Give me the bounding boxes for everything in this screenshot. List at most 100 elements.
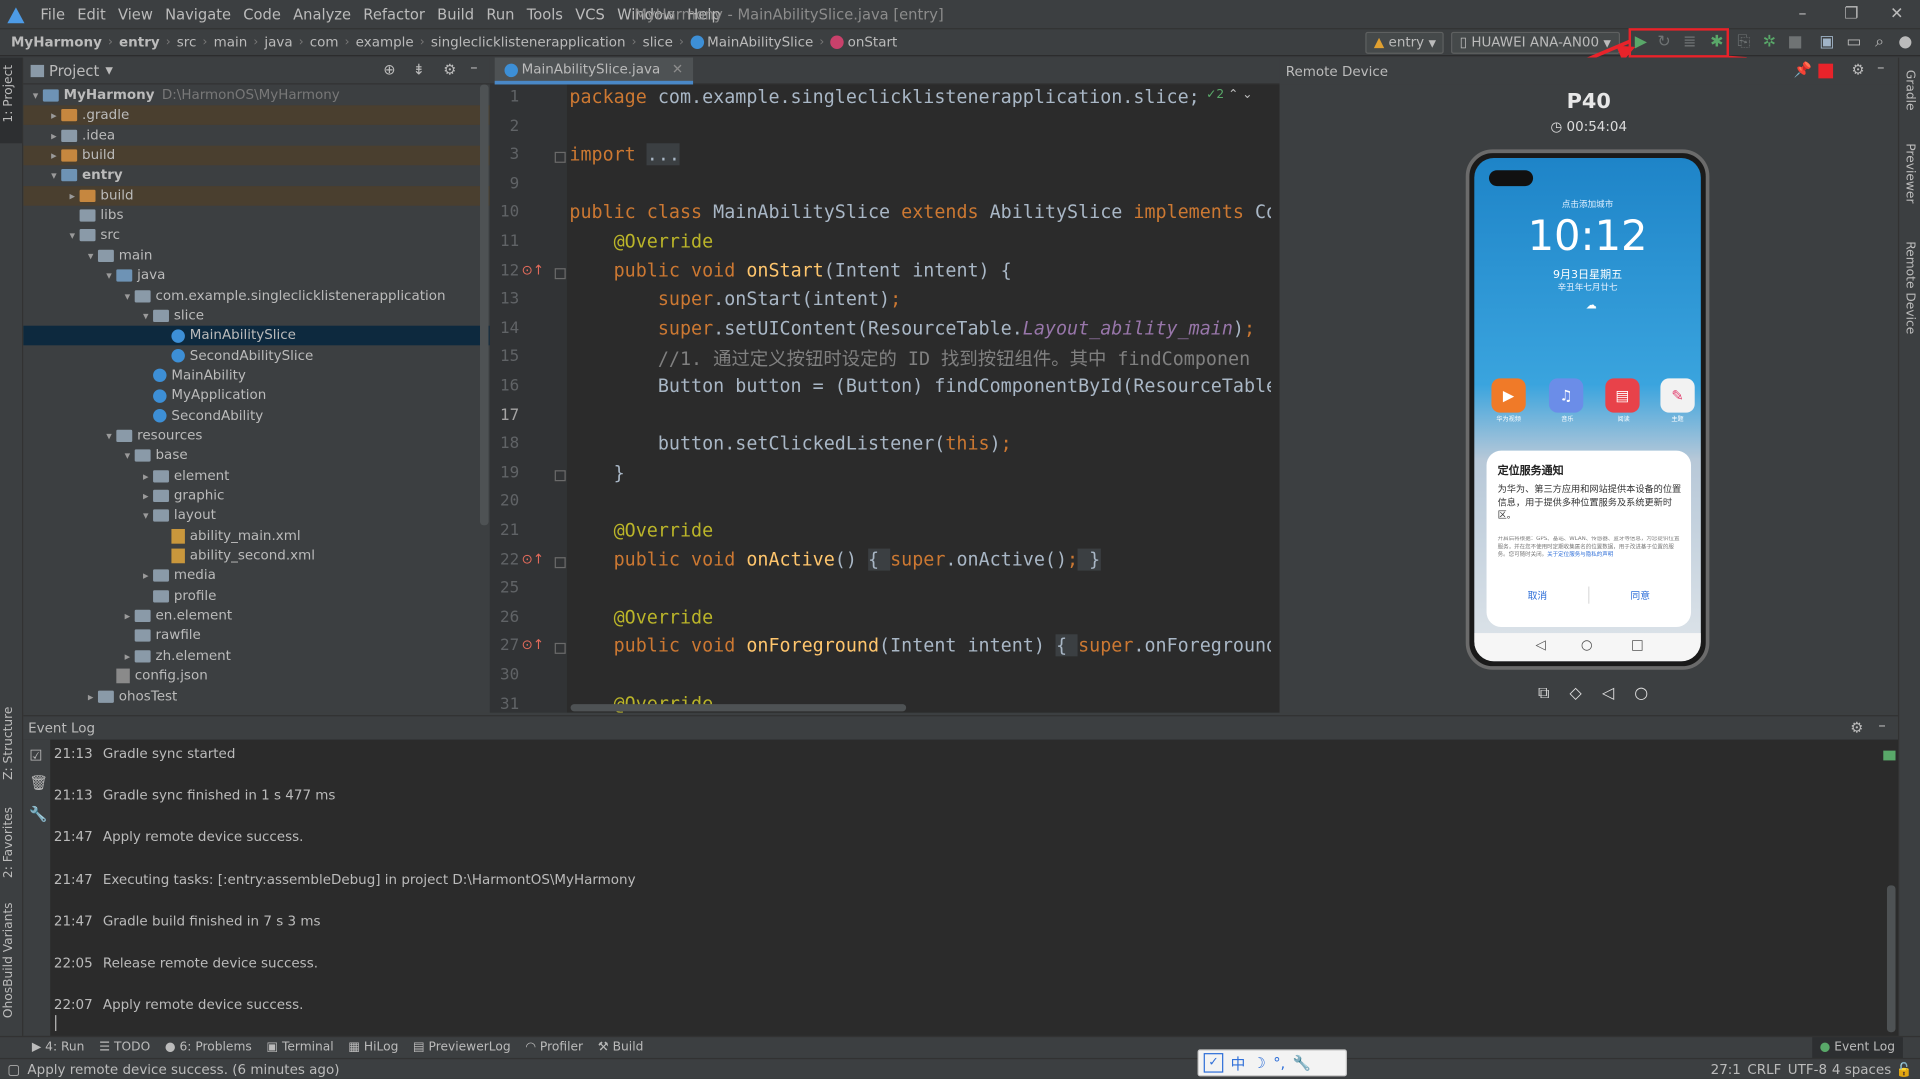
- tree-node[interactable]: ▾ layout: [23, 506, 490, 526]
- breadcrumb-mainabilityslice[interactable]: MainAbilitySlice: [686, 29, 817, 56]
- gear-icon[interactable]: ⚙: [1851, 61, 1864, 78]
- breadcrumb-example[interactable]: example: [352, 29, 417, 56]
- ime-check-icon[interactable]: ✓: [1203, 1053, 1224, 1073]
- override-marker-icon[interactable]: ⊙↑: [522, 262, 545, 278]
- code-editor[interactable]: package com.example.singleclicklistenera…: [566, 84, 1272, 713]
- tree-node[interactable]: ▾ slice: [23, 306, 490, 326]
- indent-setting[interactable]: 4 spaces: [1832, 1059, 1891, 1079]
- device-home-icon[interactable]: ○: [1634, 684, 1648, 702]
- gear-icon[interactable]: ⚙: [443, 61, 456, 78]
- expanded-arrow-icon[interactable]: ▾: [65, 227, 80, 247]
- music-app-icon[interactable]: ♫: [1548, 378, 1584, 413]
- menu-code[interactable]: Code: [237, 0, 287, 29]
- fold-icon[interactable]: [554, 556, 566, 568]
- status-message[interactable]: Apply remote device success. (6 minutes …: [27, 1059, 339, 1079]
- tree-node[interactable]: ▸ media: [23, 566, 490, 586]
- tree-node[interactable]: ▸ zh.element: [23, 646, 490, 666]
- trash-icon[interactable]: 🗑: [29, 774, 48, 791]
- tree-node[interactable]: ▾ src: [23, 226, 490, 246]
- expanded-arrow-icon[interactable]: ▾: [120, 287, 135, 307]
- hide-panel-icon[interactable]: –: [470, 59, 477, 76]
- expanded-arrow-icon[interactable]: ▾: [138, 307, 153, 327]
- caret-position[interactable]: 27:1: [1711, 1059, 1741, 1079]
- breadcrumb-main[interactable]: main: [210, 29, 251, 56]
- wrench-icon[interactable]: 🔧: [29, 806, 47, 823]
- file-encoding[interactable]: UTF-8: [1788, 1059, 1827, 1079]
- chevron-down-icon[interactable]: ▼: [105, 65, 113, 76]
- run-config-select[interactable]: ▲ entry ▼: [1365, 31, 1444, 54]
- dialog-agree-button[interactable]: 同意: [1589, 589, 1691, 602]
- collapsed-arrow-icon[interactable]: ▸: [47, 107, 62, 127]
- account-icon[interactable]: ●: [1896, 33, 1916, 53]
- project-view-select[interactable]: Project: [49, 62, 99, 79]
- tree-node[interactable]: ▸ ohosTest: [23, 686, 490, 706]
- tree-node[interactable]: ability_second.xml: [23, 546, 490, 566]
- tree-node[interactable]: libs: [23, 206, 490, 226]
- themes-app-icon[interactable]: ✎: [1660, 378, 1695, 413]
- collapsed-arrow-icon[interactable]: ▸: [138, 467, 153, 487]
- breadcrumb-onstart[interactable]: onStart: [827, 29, 901, 56]
- tree-node[interactable]: MyApplication: [23, 386, 490, 406]
- search-icon[interactable]: ⌕: [1870, 33, 1890, 53]
- collapsed-arrow-icon[interactable]: ▸: [47, 127, 62, 147]
- status-panel-icon[interactable]: ▢: [7, 1059, 20, 1079]
- expanded-arrow-icon[interactable]: ▾: [47, 167, 62, 187]
- tree-node[interactable]: ▸ .idea: [23, 126, 490, 146]
- tool-tab-problems[interactable]: ● 6: Problems: [158, 1037, 260, 1059]
- screenshot-icon[interactable]: ⧉: [1538, 684, 1549, 702]
- project-structure-icon[interactable]: ▣: [1817, 33, 1837, 53]
- gear-icon[interactable]: ⚙: [1850, 719, 1863, 736]
- menu-refactor[interactable]: Refactor: [357, 0, 431, 29]
- tree-node[interactable]: SecondAbilitySlice: [23, 346, 490, 366]
- expanded-arrow-icon[interactable]: ▾: [120, 447, 135, 467]
- breadcrumb-java[interactable]: java: [261, 29, 297, 56]
- expanded-arrow-icon[interactable]: ▾: [102, 427, 117, 447]
- ime-settings-icon[interactable]: 🔧: [1293, 1054, 1311, 1071]
- tree-node[interactable]: config.json: [23, 666, 490, 686]
- tree-node[interactable]: ▾ resources: [23, 426, 490, 446]
- tool-tab-profiler[interactable]: ◠ Profiler: [518, 1037, 590, 1059]
- tree-node[interactable]: ▾ base: [23, 446, 490, 466]
- breadcrumb-slice[interactable]: slice: [639, 29, 677, 56]
- tab-mainabilityslice[interactable]: MainAbilitySlice.java ✕: [494, 57, 693, 85]
- tool-tab-build[interactable]: ⚒ Build: [590, 1037, 650, 1059]
- tree-node[interactable]: ability_main.xml: [23, 526, 490, 546]
- tree-node[interactable]: MainAbility: [23, 366, 490, 386]
- ime-language[interactable]: 中: [1231, 1052, 1246, 1073]
- fold-icon[interactable]: [554, 152, 566, 164]
- phone-screen[interactable]: 点击添加城市 10:12 9月3日星期五 辛丑年七月廿七 ☁ ▶ ♫ ▤ ✎ 华…: [1474, 157, 1701, 662]
- tree-node[interactable]: ▾ main: [23, 246, 490, 266]
- attach-debugger-icon[interactable]: ⎘: [1734, 33, 1754, 53]
- tree-node[interactable]: ▸ build: [23, 145, 490, 166]
- privacy-link[interactable]: 关于定位服务与隐私的声明: [1547, 552, 1613, 558]
- tree-node[interactable]: ▾ MyHarmony D:\HarmonOS\MyHarmony: [23, 86, 490, 106]
- expanded-arrow-icon[interactable]: ▾: [28, 87, 43, 107]
- menu-analyze[interactable]: Analyze: [287, 0, 357, 29]
- dialog-cancel-button[interactable]: 取消: [1487, 589, 1589, 602]
- menu-file[interactable]: File: [34, 0, 71, 29]
- collapsed-arrow-icon[interactable]: ▸: [138, 567, 153, 587]
- collapse-all-icon[interactable]: ⇟: [413, 61, 425, 78]
- rotate-icon[interactable]: ◇: [1570, 684, 1582, 702]
- tree-node[interactable]: ▸ build: [23, 185, 490, 206]
- lock-icon[interactable]: 🔓: [1896, 1059, 1913, 1079]
- fold-icon[interactable]: [554, 469, 566, 481]
- gradle-tool-tab[interactable]: Gradle: [1903, 70, 1916, 111]
- event-log-body[interactable]: [23, 739, 1898, 1036]
- profile-icon[interactable]: ✲: [1760, 33, 1780, 53]
- device-back-icon[interactable]: ◁: [1602, 684, 1614, 702]
- breadcrumb-singleclicklistenerapplication[interactable]: singleclicklistenerapplication: [427, 29, 629, 56]
- override-marker-icon[interactable]: ⊙↑: [522, 551, 545, 567]
- video-app-icon[interactable]: ▶: [1491, 378, 1526, 413]
- tree-node[interactable]: MainAbilitySlice: [23, 325, 490, 346]
- structure-tool-tab[interactable]: Z: Structure: [2, 707, 15, 780]
- tool-tab-previewerlog[interactable]: ▤ PreviewerLog: [406, 1037, 518, 1059]
- fold-icon[interactable]: [554, 643, 566, 655]
- breadcrumb-myharmony[interactable]: MyHarmony: [7, 29, 105, 56]
- menu-vcs[interactable]: VCS: [569, 0, 611, 29]
- menu-navigate[interactable]: Navigate: [159, 0, 237, 29]
- home-icon[interactable]: ○: [1581, 637, 1593, 653]
- breadcrumb-com[interactable]: com: [306, 29, 342, 56]
- ime-punct-icon[interactable]: °,: [1273, 1054, 1285, 1071]
- tree-node[interactable]: ▾ java: [23, 266, 490, 286]
